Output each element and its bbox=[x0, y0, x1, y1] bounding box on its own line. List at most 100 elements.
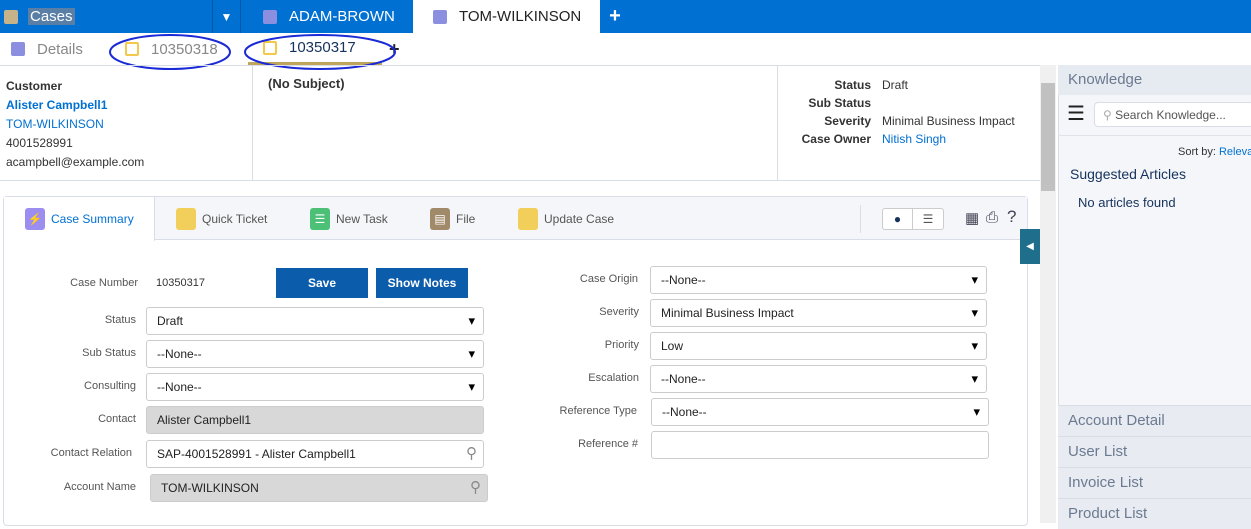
tab-label: ADAM-BROWN bbox=[289, 8, 395, 25]
case-number-value: 10350317 bbox=[156, 277, 205, 289]
escalation-label: Escalation bbox=[588, 372, 639, 384]
scrollbar-thumb[interactable] bbox=[1041, 83, 1055, 191]
account-icon bbox=[433, 9, 447, 24]
divider bbox=[0, 180, 1040, 181]
product-list-section[interactable]: Product List bbox=[1058, 498, 1251, 529]
action-label: File bbox=[456, 211, 476, 226]
owner-label: Case Owner bbox=[801, 132, 871, 146]
status-label: Status bbox=[834, 78, 871, 92]
details-icon bbox=[11, 42, 25, 56]
contact-label: Contact bbox=[98, 413, 136, 425]
customer-panel: Customer Alister Campbell1 TOM-WILKINSON… bbox=[6, 77, 144, 172]
cases-label: Cases bbox=[28, 8, 75, 25]
account-name-lookup[interactable]: TOM-WILKINSON ⚲ bbox=[150, 474, 488, 502]
tab-tom-wilkinson[interactable]: TOM-WILKINSON bbox=[413, 0, 600, 33]
sort-by: Sort by: Relevance bbox=[1178, 146, 1251, 158]
case-icon bbox=[518, 207, 538, 230]
consulting-label: Consulting bbox=[84, 380, 136, 392]
invoice-list-section[interactable]: Invoice List bbox=[1058, 467, 1251, 498]
scrollbar[interactable] bbox=[1040, 65, 1056, 523]
view-toggle: ● ☰ bbox=[882, 208, 944, 230]
list-icon[interactable]: ☰ bbox=[913, 209, 943, 229]
cases-nav[interactable]: Cases bbox=[0, 0, 212, 33]
status-label: Status bbox=[104, 314, 136, 326]
contact-relation-label: Contact Relation bbox=[50, 447, 132, 459]
reference-number-input[interactable] bbox=[651, 431, 989, 459]
escalation-select[interactable]: --None-- bbox=[650, 365, 987, 393]
priority-select[interactable]: Low bbox=[650, 332, 987, 360]
action-label: Quick Ticket bbox=[202, 211, 268, 226]
cases-icon bbox=[4, 9, 18, 24]
account-detail-section[interactable]: Account Detail bbox=[1058, 405, 1251, 436]
search-icon[interactable]: ⚲ bbox=[466, 444, 477, 462]
show-notes-button[interactable]: Show Notes bbox=[376, 268, 468, 298]
status-value: Draft bbox=[882, 78, 909, 92]
tab-case-summary[interactable]: ⚡ Case Summary bbox=[4, 197, 155, 241]
update-case-button[interactable]: Update Case bbox=[518, 197, 614, 240]
owner-link[interactable]: Nitish Singh bbox=[882, 130, 946, 148]
email: acampbell@example.com bbox=[6, 155, 145, 169]
divider bbox=[1058, 135, 1251, 136]
print-icon[interactable]: ⎙ bbox=[986, 209, 998, 226]
sort-by-select[interactable]: Relevance bbox=[1219, 146, 1251, 158]
account-icon bbox=[263, 9, 277, 24]
case-status-panel: Status Draft Sub Status Severity Minimal B… bbox=[780, 76, 1040, 148]
case-number-label: Case Number bbox=[70, 277, 138, 289]
status-select[interactable]: Draft bbox=[146, 307, 484, 335]
chat-icon[interactable]: ● bbox=[883, 209, 913, 229]
reference-type-label: Reference Type bbox=[559, 405, 637, 417]
customer-label: Customer bbox=[6, 79, 63, 93]
case-origin-select[interactable]: --None-- bbox=[650, 266, 987, 294]
reference-number-label: Reference # bbox=[578, 438, 638, 450]
contact-field: Alister Campbell1 bbox=[146, 406, 484, 434]
search-icon: ⚲ bbox=[1103, 108, 1116, 122]
customer-name-link[interactable]: Alister Campbell1 bbox=[6, 96, 144, 115]
file-icon: ▤ bbox=[430, 207, 450, 230]
collapse-panel-handle[interactable]: ◀ bbox=[1020, 229, 1040, 264]
sub-status-label: Sub Status bbox=[808, 96, 871, 110]
user-list-section[interactable]: User List bbox=[1058, 436, 1251, 467]
case-origin-label: Case Origin bbox=[579, 273, 638, 285]
phone: 4001528991 bbox=[6, 136, 73, 150]
priority-label: Priority bbox=[604, 339, 639, 351]
new-task-button[interactable]: ☰ New Task bbox=[310, 197, 388, 240]
add-tab-button[interactable]: + bbox=[600, 0, 630, 33]
severity-label: Severity bbox=[824, 114, 871, 128]
divider bbox=[777, 65, 778, 180]
contact-relation-lookup[interactable]: SAP-4001528991 - Alister Campbell1 ⚲ bbox=[146, 440, 484, 468]
search-placeholder: Search Knowledge... bbox=[1115, 108, 1226, 122]
action-label: New Task bbox=[336, 211, 388, 226]
knowledge-title: Knowledge bbox=[1058, 65, 1251, 95]
search-icon[interactable]: ⚲ bbox=[470, 478, 481, 496]
account-link[interactable]: TOM-WILKINSON bbox=[6, 115, 144, 134]
help-icon[interactable]: ? bbox=[1007, 207, 1016, 227]
divider bbox=[860, 205, 861, 233]
severity-select[interactable]: Minimal Business Impact bbox=[650, 299, 987, 327]
quick-ticket-button[interactable]: Quick Ticket bbox=[176, 197, 267, 240]
file-button[interactable]: ▤ File bbox=[430, 197, 475, 240]
severity-label: Severity bbox=[599, 306, 639, 318]
sub-status-label: Sub Status bbox=[82, 347, 136, 359]
menu-icon[interactable]: ☰ bbox=[1067, 104, 1085, 124]
severity-value: Minimal Business Impact bbox=[882, 114, 1015, 128]
action-label: Update Case bbox=[544, 211, 615, 226]
layout-icon[interactable]: ▦ bbox=[965, 209, 979, 227]
case-icon bbox=[176, 207, 196, 230]
tab-label: TOM-WILKINSON bbox=[459, 8, 582, 25]
sort-by-label: Sort by: bbox=[1178, 146, 1216, 158]
save-button[interactable]: Save bbox=[276, 268, 368, 298]
knowledge-search-input[interactable]: ⚲ Search Knowledge... bbox=[1094, 102, 1251, 127]
action-bar bbox=[4, 197, 1027, 240]
lightning-icon: ⚡ bbox=[25, 208, 45, 230]
contact-relation-value: SAP-4001528991 - Alister Campbell1 bbox=[157, 447, 356, 461]
subtab-details[interactable]: Details bbox=[11, 33, 83, 65]
divider bbox=[0, 65, 1040, 66]
task-icon: ☰ bbox=[310, 207, 330, 230]
consulting-select[interactable]: --None-- bbox=[146, 373, 484, 401]
divider bbox=[252, 65, 253, 180]
tab-adam-brown[interactable]: ADAM-BROWN bbox=[241, 0, 413, 33]
sub-status-select[interactable]: --None-- bbox=[146, 340, 484, 368]
reference-type-select[interactable]: --None-- bbox=[651, 398, 989, 426]
annotation-circles bbox=[109, 34, 396, 70]
nav-dropdown-chevron-down-icon[interactable]: ▼ bbox=[212, 0, 241, 33]
